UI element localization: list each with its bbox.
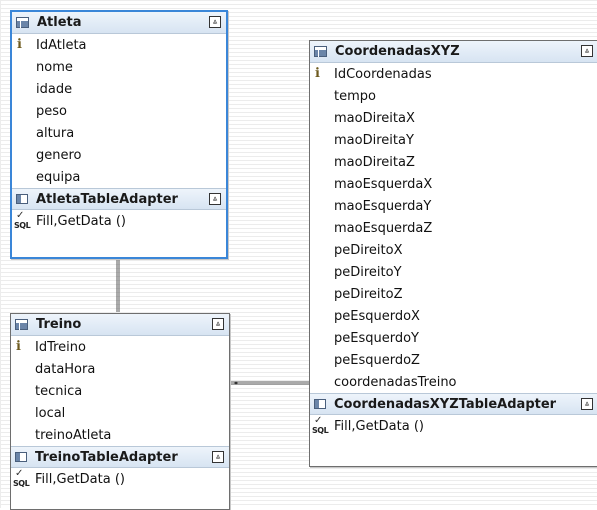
column-label: IdTreino [35,339,86,355]
column-row[interactable]: peDireitoY [310,261,597,283]
table-title: Treino [36,317,82,332]
adapter-title: TreinoTableAdapter [35,449,178,465]
column-label: maoEsquerdaY [334,198,432,214]
column-label: dataHora [35,361,96,377]
adapter-title: AtletaTableAdapter [36,191,178,207]
key-icon: ℹ [315,66,320,81]
designer-canvas[interactable]: Atleta ⩓ ℹ IdAtleta nome idade peso altura g… [0,0,597,510]
column-label: maoEsquerdaX [334,176,433,192]
query-method[interactable]: ✓ SQL Fill,GetData () [11,468,229,490]
column-label: equipa [36,169,81,185]
column-label: local [35,405,66,421]
column-label: peso [36,103,67,119]
column-row[interactable]: idade [12,78,226,100]
table-icon [314,46,327,57]
column-row[interactable]: dataHora [11,358,229,380]
collapse-icon[interactable]: ⩓ [209,193,221,205]
method-label: Fill,GetData () [35,471,125,487]
collapse-icon[interactable]: ⩓ [212,318,224,330]
table-adapter-header[interactable]: TreinoTableAdapter ⩓ [11,446,229,468]
column-row[interactable]: equipa [12,166,226,188]
column-row[interactable]: maoEsquerdaY [310,195,597,217]
table-header[interactable]: CoordenadasXYZ ⩓ [310,41,597,63]
sql-icon: ✓ SQL [312,415,329,435]
column-key[interactable]: ℹ IdAtleta [12,34,226,56]
table-header[interactable]: Treino ⩓ [11,314,229,336]
column-row[interactable]: treinoAtleta [11,424,229,446]
key-icon: ℹ [16,339,21,354]
column-row[interactable]: peDireitoX [310,239,597,261]
column-label: maoEsquerdaZ [334,220,433,236]
table-title: Atleta [37,15,82,30]
column-row[interactable]: peDireitoZ [310,283,597,305]
column-row[interactable]: coordenadasTreino [310,371,597,393]
table-treino[interactable]: Treino ⩓ ℹ IdTreino dataHora tecnica local… [10,313,230,510]
key-icon: ℹ [17,37,22,52]
adapter-icon [16,194,28,204]
column-label: IdCoordenadas [334,66,432,82]
collapse-icon[interactable]: ⩓ [581,45,593,57]
column-label: peEsquerdoZ [334,352,420,368]
column-label: peDireitoZ [334,286,403,302]
adapter-icon [314,399,326,409]
method-label: Fill,GetData () [334,418,424,434]
table-icon [16,17,29,28]
column-label: maoDireitaX [334,110,415,126]
table-header[interactable]: Atleta ⩓ [12,12,226,34]
column-row[interactable]: peEsquerdoX [310,305,597,327]
table-atleta[interactable]: Atleta ⩓ ℹ IdAtleta nome idade peso altura g… [10,10,228,259]
column-row[interactable]: peEsquerdoY [310,327,597,349]
column-label: peDireitoX [334,242,403,258]
column-label: peEsquerdoX [334,308,420,324]
method-label: Fill,GetData () [36,213,126,229]
table-icon [15,319,28,330]
column-row[interactable]: maoDireitaX [310,107,597,129]
column-label: peDireitoY [334,264,402,280]
column-label: genero [36,147,82,163]
column-key[interactable]: ℹ IdCoordenadas [310,63,597,85]
column-label: idade [36,81,73,97]
sql-icon: ✓ SQL [13,468,30,488]
query-method[interactable]: ✓ SQL Fill,GetData () [12,210,226,232]
column-row[interactable]: maoEsquerdaZ [310,217,597,239]
column-row[interactable]: peEsquerdoZ [310,349,597,371]
table-adapter-header[interactable]: CoordenadasXYZTableAdapter ⩓ [310,393,597,415]
column-row[interactable]: altura [12,122,226,144]
collapse-icon[interactable]: ⩓ [212,451,224,463]
column-row[interactable]: maoEsquerdaX [310,173,597,195]
column-label: coordenadasTreino [334,374,457,390]
adapter-icon [15,452,27,462]
column-label: IdAtleta [36,37,87,53]
collapse-icon[interactable]: ⩓ [209,16,221,28]
column-row[interactable]: local [11,402,229,424]
column-label: maoDireitaZ [334,154,415,170]
table-adapter-header[interactable]: AtletaTableAdapter ⩓ [12,188,226,210]
column-label: tecnica [35,383,83,399]
column-row[interactable]: tecnica [11,380,229,402]
column-label: treinoAtleta [35,427,112,443]
column-row[interactable]: maoDireitaY [310,129,597,151]
sql-icon: ✓ SQL [14,210,31,230]
column-key[interactable]: ℹ IdTreino [11,336,229,358]
column-row[interactable]: peso [12,100,226,122]
column-label: altura [36,125,75,141]
column-row[interactable]: maoDireitaZ [310,151,597,173]
column-label: tempo [334,88,376,104]
column-label: nome [36,59,73,75]
table-coordenadasxyz[interactable]: CoordenadasXYZ ⩓ ℹ IdCoordenadas tempo ma… [309,40,597,467]
column-row[interactable]: nome [12,56,226,78]
collapse-icon[interactable]: ⩓ [581,398,593,410]
column-label: peEsquerdoY [334,330,419,346]
relation-treino-coordenadas-end [234,381,238,385]
query-method[interactable]: ✓ SQL Fill,GetData () [310,415,597,437]
column-row[interactable]: genero [12,144,226,166]
column-label: maoDireitaY [334,132,414,148]
adapter-title: CoordenadasXYZTableAdapter [334,396,557,412]
column-row[interactable]: tempo [310,85,597,107]
table-title: CoordenadasXYZ [335,44,460,59]
